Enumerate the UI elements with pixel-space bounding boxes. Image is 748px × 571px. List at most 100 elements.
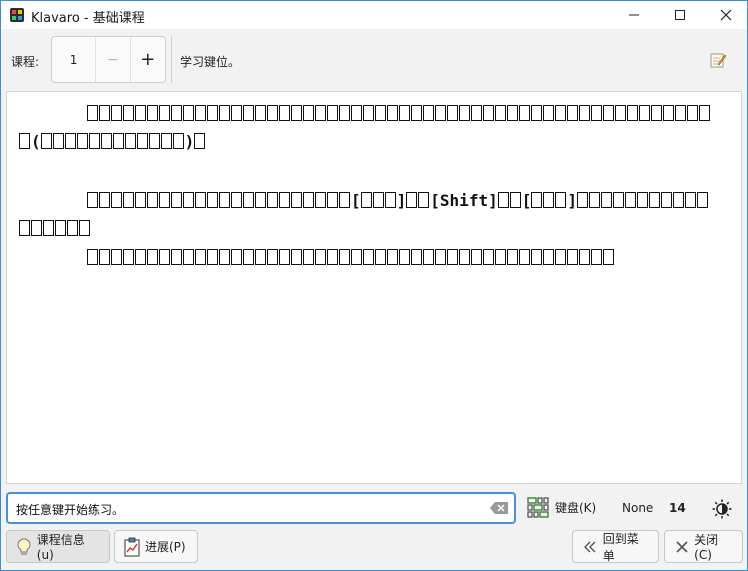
missing-glyph-box [483, 105, 494, 121]
missing-glyph-box [543, 249, 554, 265]
missing-glyph-box [447, 105, 458, 121]
klavaro-app-icon [10, 8, 24, 22]
missing-glyph-box [111, 192, 122, 208]
lesson-text-segment: ( [31, 132, 41, 151]
typing-input[interactable]: 按任意键开始练习。 [6, 492, 516, 524]
missing-glyph-box [87, 249, 98, 265]
missing-glyph-box [291, 105, 302, 121]
missing-glyph-box [171, 105, 182, 121]
missing-glyph-box [497, 192, 509, 208]
missing-glyph-box [613, 192, 624, 208]
clipboard-chart-icon [124, 537, 140, 557]
missing-glyph-box [99, 105, 110, 121]
missing-glyph-box [651, 105, 662, 121]
missing-glyph-box [147, 192, 158, 208]
lesson-info-label: 课程信息(u) [36, 533, 85, 562]
missing-glyph-box [267, 192, 278, 208]
lesson-label: 课程: [11, 55, 40, 69]
missing-glyph-box [64, 133, 76, 149]
missing-glyph-box [111, 249, 122, 265]
missing-glyph-box [471, 249, 482, 265]
back-to-menu-label: 回到菜单 [602, 531, 639, 563]
missing-glyph-box [603, 105, 614, 121]
missing-glyph-box [495, 105, 506, 121]
missing-glyph-box [459, 105, 470, 121]
missing-glyph-box [88, 133, 100, 149]
missing-glyph-box [315, 192, 326, 208]
missing-glyph-box [52, 133, 64, 149]
maximize-icon [675, 10, 685, 20]
close-x-icon [676, 540, 688, 553]
missing-glyph-box [183, 192, 194, 208]
missing-glyph-box [207, 249, 218, 265]
minimize-button[interactable] [611, 1, 657, 29]
missing-glyph-box [519, 249, 530, 265]
missing-glyph-box [135, 105, 146, 121]
missing-glyph-box [387, 249, 398, 265]
backspace-clear-icon[interactable] [490, 502, 508, 514]
missing-glyph-box [99, 249, 110, 265]
missing-glyph-box [327, 105, 338, 121]
missing-glyph-box [231, 192, 242, 208]
missing-glyph-box [195, 249, 206, 265]
missing-glyph-box [351, 249, 362, 265]
missing-glyph-box [43, 220, 54, 236]
missing-glyph-box [363, 105, 374, 121]
back-to-menu-button[interactable]: 回到菜单 [572, 530, 659, 563]
missing-glyph-box [459, 249, 470, 265]
missing-glyph-box [351, 105, 362, 121]
lesson-info-button[interactable]: 课程信息(u) [6, 530, 110, 563]
lesson-spinner: 1 − + [51, 36, 166, 83]
app-window: Klavaro - 基础课程 课程: 1 − + 学习键位。 ()[][Shi [0, 0, 748, 571]
missing-glyph-box [148, 133, 160, 149]
progress-button[interactable]: 进展(P) [114, 530, 198, 563]
missing-glyph-box [136, 133, 148, 149]
missing-glyph-box [159, 192, 170, 208]
missing-glyph-box [687, 105, 698, 121]
missing-glyph-box [219, 249, 230, 265]
missing-glyph-box [291, 249, 302, 265]
missing-glyph-box [327, 192, 338, 208]
missing-glyph-box [79, 220, 90, 236]
increment-button[interactable]: + [131, 37, 165, 82]
lesson-paragraph: () [19, 100, 719, 156]
missing-glyph-box [603, 249, 614, 265]
missing-glyph-box [123, 192, 134, 208]
close-window-button[interactable] [703, 1, 748, 29]
lesson-number-input[interactable]: 1 [52, 37, 97, 82]
missing-glyph-box [471, 105, 482, 121]
missing-glyph-box [615, 105, 626, 121]
missing-glyph-box [303, 249, 314, 265]
keyboard-button[interactable]: 键盘(K) [527, 496, 596, 518]
contrast-sun-icon[interactable] [712, 499, 732, 519]
keyboard-layout-name: None [622, 501, 654, 515]
missing-glyph-box [147, 249, 158, 265]
missing-glyph-box [423, 249, 434, 265]
close-button[interactable]: 关闭(C) [664, 530, 743, 563]
missing-glyph-box [135, 192, 146, 208]
lesson-text-segment: ] [396, 191, 407, 210]
keyboard-grid-icon [527, 497, 549, 518]
missing-glyph-box [663, 105, 674, 121]
missing-glyph-box [315, 105, 326, 121]
missing-glyph-box [555, 105, 566, 121]
missing-glyph-box [531, 249, 542, 265]
missing-glyph-box [291, 192, 302, 208]
lesson-description: 学习键位。 [180, 55, 241, 69]
missing-glyph-box [591, 249, 602, 265]
missing-glyph-box [591, 105, 602, 121]
missing-glyph-box [339, 105, 350, 121]
maximize-button[interactable] [657, 1, 703, 29]
missing-glyph-box [231, 249, 242, 265]
missing-glyph-box [243, 105, 254, 121]
missing-glyph-box [112, 133, 124, 149]
lesson-text-area[interactable]: () [] [Shift] [] [6, 91, 742, 484]
decrement-button[interactable]: − [96, 37, 131, 82]
missing-glyph-box [111, 105, 122, 121]
missing-glyph-box [363, 249, 374, 265]
typing-input-value: 按任意键开始练习。 [16, 503, 125, 517]
missing-glyph-box [507, 249, 518, 265]
missing-glyph-box [627, 105, 638, 121]
edit-lesson-icon[interactable] [709, 51, 727, 69]
missing-glyph-box [255, 105, 266, 121]
